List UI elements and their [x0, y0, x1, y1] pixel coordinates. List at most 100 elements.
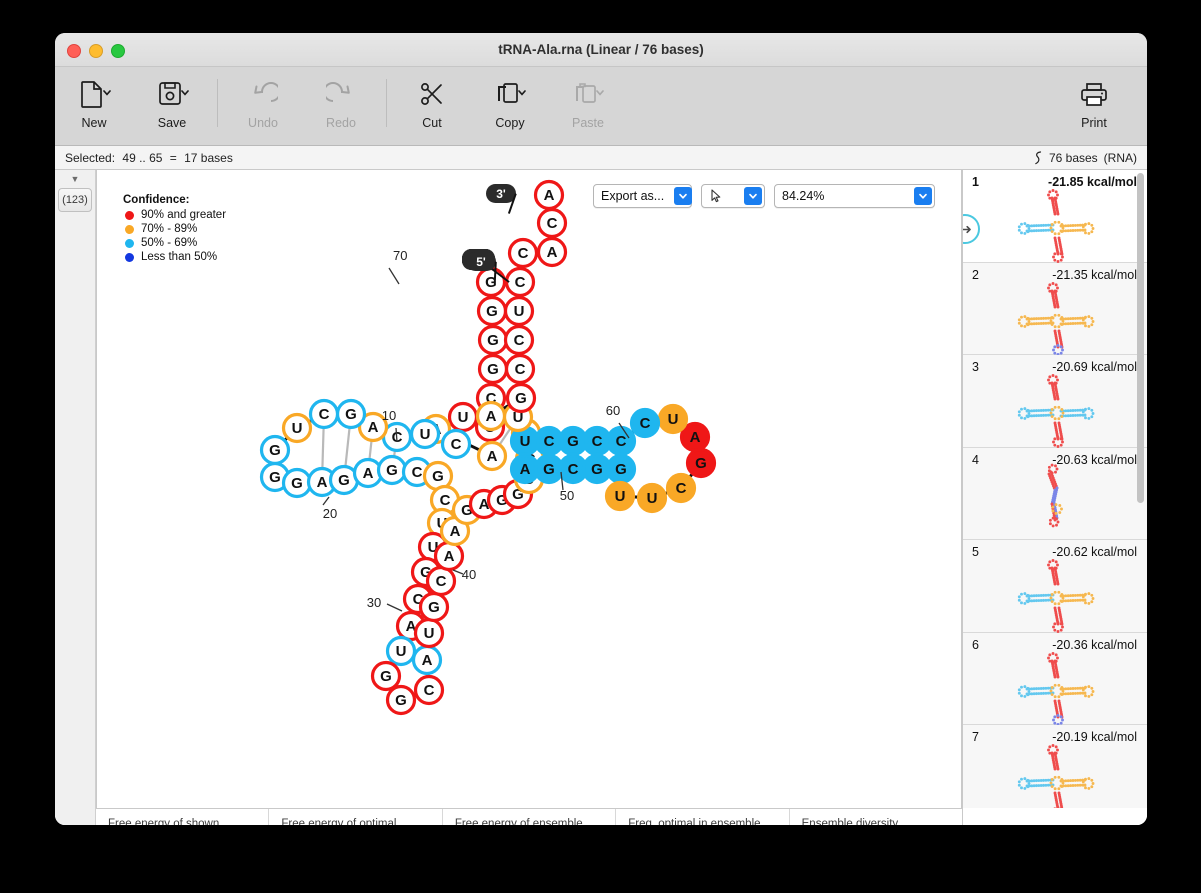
rna-base[interactable]: G	[262, 437, 289, 464]
rna-base[interactable]: G	[338, 401, 365, 428]
rna-base[interactable]: C	[311, 401, 338, 428]
undo-arrow-icon	[248, 77, 278, 113]
rna-base[interactable]: C	[506, 327, 533, 354]
rna-base-letter: U	[647, 490, 658, 507]
rna-base[interactable]: U	[506, 298, 533, 325]
rna-base[interactable]: A	[539, 239, 566, 266]
rna-base[interactable]: C	[428, 568, 455, 595]
redo-arrow-icon	[326, 77, 356, 113]
structure-list[interactable]: 1-21.85 kcal/mol2-21.35 kcal/mol3-20.69 …	[963, 170, 1147, 808]
rna-base[interactable]: G	[480, 356, 507, 383]
base-count-button[interactable]: (123)	[58, 188, 92, 212]
rail-settings-cell	[55, 808, 96, 825]
toolbar-print-button[interactable]: Print	[1059, 73, 1129, 130]
rna-base[interactable]: G	[373, 663, 400, 690]
structure-list-item[interactable]: 3-20.69 kcal/mol	[963, 355, 1147, 448]
rna-base[interactable]: A	[479, 443, 506, 470]
rna-base-letter: A	[487, 448, 498, 465]
rna-base-letter: A	[486, 408, 497, 425]
toolbar-redo-button[interactable]: Redo	[302, 73, 380, 130]
rna-base[interactable]: C	[416, 677, 443, 704]
rna-base[interactable]: G	[608, 456, 635, 483]
rna-base[interactable]: U	[660, 406, 687, 433]
structure-list-item[interactable]: 7-20.19 kcal/mol	[963, 725, 1147, 808]
rna-base[interactable]: U	[639, 485, 666, 512]
rna-base[interactable]: A	[436, 543, 463, 570]
rna-base-letter: A	[422, 652, 433, 669]
rna-base[interactable]: U	[412, 421, 439, 448]
rna-base[interactable]: G	[480, 327, 507, 354]
rna-base-letter: G	[432, 468, 444, 485]
svg-text:10: 10	[382, 408, 396, 423]
rna-base[interactable]: U	[607, 483, 634, 510]
rna-base[interactable]: C	[507, 269, 534, 296]
rna-base-letter: C	[568, 461, 579, 478]
toolbar-cut-button[interactable]: Cut	[393, 73, 471, 130]
rna-base[interactable]: G	[388, 687, 415, 714]
sliders-icon[interactable]	[64, 824, 86, 826]
rna-base[interactable]: A	[414, 647, 441, 674]
structure-list-item[interactable]: 2-21.35 kcal/mol	[963, 263, 1147, 356]
collapse-caret-icon[interactable]: ▼	[71, 174, 80, 184]
rna-base[interactable]: A	[536, 182, 563, 209]
toolbar-save-button[interactable]: Save	[133, 73, 211, 130]
rna-base-letter: A	[547, 244, 558, 261]
rna-base[interactable]: G	[379, 457, 406, 484]
rna-base-letter: G	[487, 361, 499, 378]
left-rail: ▼ (123)	[55, 170, 96, 808]
toolbar-undo-button[interactable]: Undo	[224, 73, 302, 130]
rna-base-letter: A	[368, 419, 379, 436]
rna-base[interactable]: G	[478, 269, 505, 296]
rna-base-letter: U	[396, 643, 407, 660]
selected-count: 17 bases	[184, 151, 233, 165]
toolbar-copy-button[interactable]: Copy	[471, 73, 549, 130]
toolbar-new-button[interactable]: New	[55, 73, 133, 130]
rna-base-letter: C	[451, 436, 462, 453]
rna-base[interactable]: C	[632, 410, 659, 437]
svg-text:40: 40	[462, 567, 476, 582]
structure-list-panel[interactable]: 1-21.85 kcal/mol2-21.35 kcal/mol3-20.69 …	[962, 170, 1147, 808]
app-window: tRNA-Ala.rna (Linear / 76 bases) New	[55, 33, 1147, 825]
rna-base[interactable]: U	[388, 638, 415, 665]
rna-base-letter: G	[269, 442, 281, 459]
rna-base-letter: C	[515, 361, 526, 378]
structure-list-item[interactable]: 1-21.85 kcal/mol	[963, 170, 1147, 263]
rna-base[interactable]: C	[507, 356, 534, 383]
structure-list-scrollbar[interactable]	[1137, 173, 1144, 503]
rna-base[interactable]: A	[478, 403, 505, 430]
rna-base[interactable]: U	[284, 415, 311, 442]
toolbar-divider-1	[217, 79, 218, 127]
structure-list-item[interactable]: 4-20.63 kcal/mol	[963, 448, 1147, 541]
rna-base[interactable]: G	[479, 298, 506, 325]
structure-thumbnail	[963, 653, 1147, 721]
rna-base-letter: G	[291, 475, 303, 492]
main-toolbar: New Save Undo	[55, 67, 1147, 146]
toolbar-paste-button[interactable]: Paste	[549, 73, 627, 130]
rna-base-letter: C	[412, 464, 423, 481]
rna-base-letter: C	[436, 573, 447, 590]
rna-base-letter: C	[676, 480, 687, 497]
rna-secondary-structure-diagram[interactable]: GGGGCUAUACUCAGCUGGGAGAGCGCUUGCAUGGCAUGCA…	[97, 170, 962, 806]
rna-base[interactable]: C	[539, 210, 566, 237]
rna-base[interactable]: A	[682, 424, 709, 451]
rna-base[interactable]: G	[421, 594, 448, 621]
rna-base[interactable]: U	[450, 404, 477, 431]
rna-base-letter: A	[520, 461, 531, 478]
rna-base-letter: C	[440, 492, 451, 509]
structure-list-item[interactable]: 5-20.62 kcal/mol	[963, 540, 1147, 633]
rna-base[interactable]: C	[443, 431, 470, 458]
rna-base[interactable]: U	[416, 620, 443, 647]
rna-base-letter: C	[592, 433, 603, 450]
selection-text: Selected: 49 .. 65 = 17 bases	[65, 151, 237, 165]
rna-base[interactable]: G	[688, 450, 715, 477]
rna-base[interactable]: C	[510, 240, 537, 267]
toolbar-print-label: Print	[1081, 116, 1107, 130]
rna-base[interactable]: G	[284, 470, 311, 497]
structure-canvas[interactable]: Confidence: 90% and greater 70% - 89% 50…	[96, 170, 962, 808]
position-label: 70	[389, 248, 407, 284]
structure-list-item[interactable]: 6-20.36 kcal/mol	[963, 633, 1147, 726]
info-label: Ensemble diversity	[802, 818, 950, 825]
structure-index: 7	[972, 730, 979, 744]
rna-base[interactable]: C	[668, 475, 695, 502]
rna-base[interactable]: G	[508, 385, 535, 412]
